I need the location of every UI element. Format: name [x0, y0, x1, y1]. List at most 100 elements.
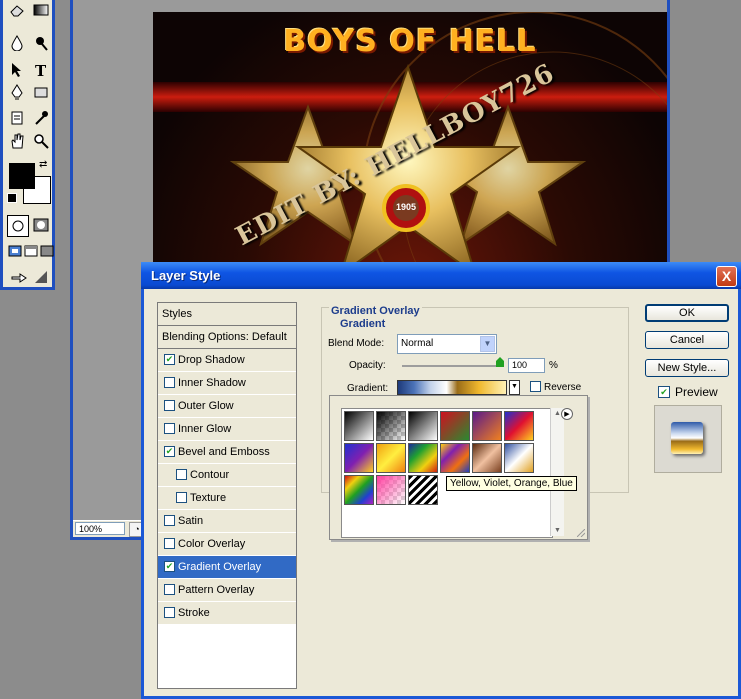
cancel-button[interactable]: Cancel: [645, 331, 729, 349]
picker-scrollbar[interactable]: ▲ ▼: [550, 408, 564, 536]
style-color-overlay[interactable]: Color Overlay: [158, 533, 296, 556]
dodge-icon[interactable]: [31, 33, 51, 53]
gradient-dropdown-icon[interactable]: ▼: [509, 380, 520, 395]
pattern-overlay-checkbox[interactable]: [164, 584, 175, 595]
gradient-swatch[interactable]: [344, 443, 374, 473]
gradient-icon[interactable]: [31, 0, 51, 20]
gradient-swatch[interactable]: [440, 443, 470, 473]
gradient-swatch[interactable]: [344, 475, 374, 505]
gradient-swatch[interactable]: [504, 443, 534, 473]
styles-header[interactable]: Styles: [158, 303, 296, 326]
preview-checkbox[interactable]: ✔: [658, 386, 670, 398]
eraser-icon[interactable]: [7, 0, 27, 20]
style-preview: [654, 405, 722, 473]
gradient-swatch[interactable]: [472, 411, 502, 441]
style-stroke[interactable]: Stroke: [158, 602, 296, 625]
style-label: Drop Shadow: [178, 354, 245, 366]
outer-glow-checkbox[interactable]: [164, 400, 175, 411]
gradient-swatch[interactable]: [376, 443, 406, 473]
color-overlay-checkbox[interactable]: [164, 538, 175, 549]
gradient-swatch[interactable]: [376, 411, 406, 441]
preview-sample: [671, 422, 703, 454]
gradient-preview[interactable]: [397, 380, 507, 395]
type-icon[interactable]: T: [31, 60, 51, 80]
style-label: Color Overlay: [178, 538, 246, 550]
opacity-unit: %: [549, 360, 558, 371]
drop-shadow-checkbox[interactable]: ✔: [164, 354, 175, 365]
hand-icon[interactable]: [7, 131, 27, 151]
svg-text:T: T: [35, 62, 47, 78]
bevel-emboss-checkbox[interactable]: ✔: [164, 446, 175, 457]
gradient-swatch[interactable]: [344, 411, 374, 441]
style-label: Bevel and Emboss: [178, 446, 270, 458]
blending-options-item[interactable]: Blending Options: Default: [158, 326, 296, 349]
status-bar: 100% ◔: [73, 520, 149, 537]
satin-checkbox[interactable]: [164, 515, 175, 526]
zoom-level-field[interactable]: 100%: [75, 522, 125, 535]
close-button[interactable]: X: [716, 266, 737, 287]
quick-mask-icon[interactable]: [31, 215, 51, 235]
close-icon: X: [721, 268, 732, 284]
gradient-swatch[interactable]: [472, 443, 502, 473]
pen-icon[interactable]: [7, 82, 27, 102]
style-satin[interactable]: Satin: [158, 510, 296, 533]
screen-mode-full-icon[interactable]: [37, 241, 57, 261]
gradient-swatch[interactable]: [408, 411, 438, 441]
foreground-color-swatch-top: [9, 163, 35, 189]
texture-checkbox[interactable]: [176, 492, 187, 503]
style-label: Inner Glow: [178, 423, 232, 435]
inner-glow-checkbox[interactable]: [164, 423, 175, 434]
style-label: Inner Shadow: [178, 377, 246, 389]
gradient-swatch[interactable]: [440, 411, 470, 441]
ok-button[interactable]: OK: [645, 304, 729, 322]
gradient-swatch[interactable]: [408, 443, 438, 473]
reverse-checkbox[interactable]: [530, 381, 541, 392]
opacity-field[interactable]: 100: [508, 358, 545, 373]
style-gradient-overlay[interactable]: ✔ Gradient Overlay: [158, 556, 296, 579]
standard-mode-icon[interactable]: [7, 215, 29, 237]
style-inner-glow[interactable]: Inner Glow: [158, 418, 296, 441]
style-inner-shadow[interactable]: Inner Shadow: [158, 372, 296, 395]
subsection-title: Gradient: [338, 318, 388, 330]
imageready-icon[interactable]: [31, 267, 51, 287]
style-drop-shadow[interactable]: ✔ Drop Shadow: [158, 349, 296, 372]
gradient-overlay-checkbox[interactable]: ✔: [164, 561, 175, 572]
new-style-button[interactable]: New Style...: [645, 359, 729, 377]
arrow-select-icon[interactable]: [7, 60, 27, 80]
blur-drop-icon[interactable]: [7, 33, 27, 53]
eyedropper-icon[interactable]: [31, 108, 51, 128]
gradient-swatch[interactable]: [408, 475, 438, 505]
style-contour[interactable]: Contour: [158, 464, 296, 487]
style-bevel-emboss[interactable]: ✔ Bevel and Emboss: [158, 441, 296, 464]
style-pattern-overlay[interactable]: Pattern Overlay: [158, 579, 296, 602]
gradient-tooltip: Yellow, Violet, Orange, Blue: [446, 476, 577, 491]
section-title: Gradient Overlay: [329, 305, 422, 317]
contour-checkbox[interactable]: [176, 469, 187, 480]
gradient-label: Gradient:: [347, 383, 389, 394]
badge-year: 1905: [395, 202, 417, 212]
swap-colors-icon[interactable]: ⇄: [39, 159, 47, 170]
dialog-title-bar[interactable]: Layer Style X: [141, 262, 741, 289]
style-texture[interactable]: Texture: [158, 487, 296, 510]
blend-mode-select[interactable]: Normal ▼: [397, 334, 497, 354]
gradient-swatch-grid: [341, 408, 553, 538]
styles-list: Styles Blending Options: Default ✔ Drop S…: [157, 302, 297, 689]
notes-icon[interactable]: [7, 108, 27, 128]
reverse-label: Reverse: [544, 382, 582, 393]
jump-to-imageready-icon[interactable]: [9, 267, 29, 287]
style-label: Texture: [190, 492, 227, 504]
stroke-checkbox[interactable]: [164, 607, 175, 618]
opacity-slider-thumb[interactable]: [496, 357, 504, 367]
gradient-swatch[interactable]: [504, 411, 534, 441]
picker-menu-icon[interactable]: ▶: [561, 408, 573, 420]
inner-shadow-checkbox[interactable]: [164, 377, 175, 388]
blend-mode-label: Blend Mode:: [328, 338, 385, 349]
resize-grip-icon[interactable]: [577, 529, 585, 537]
default-colors-icon[interactable]: [7, 193, 17, 203]
opacity-slider[interactable]: [402, 365, 500, 367]
scroll-down-icon[interactable]: ▼: [551, 525, 564, 536]
zoom-icon[interactable]: [31, 131, 51, 151]
rectangle-shape-icon[interactable]: [31, 82, 51, 102]
style-outer-glow[interactable]: Outer Glow: [158, 395, 296, 418]
gradient-swatch[interactable]: [376, 475, 406, 505]
